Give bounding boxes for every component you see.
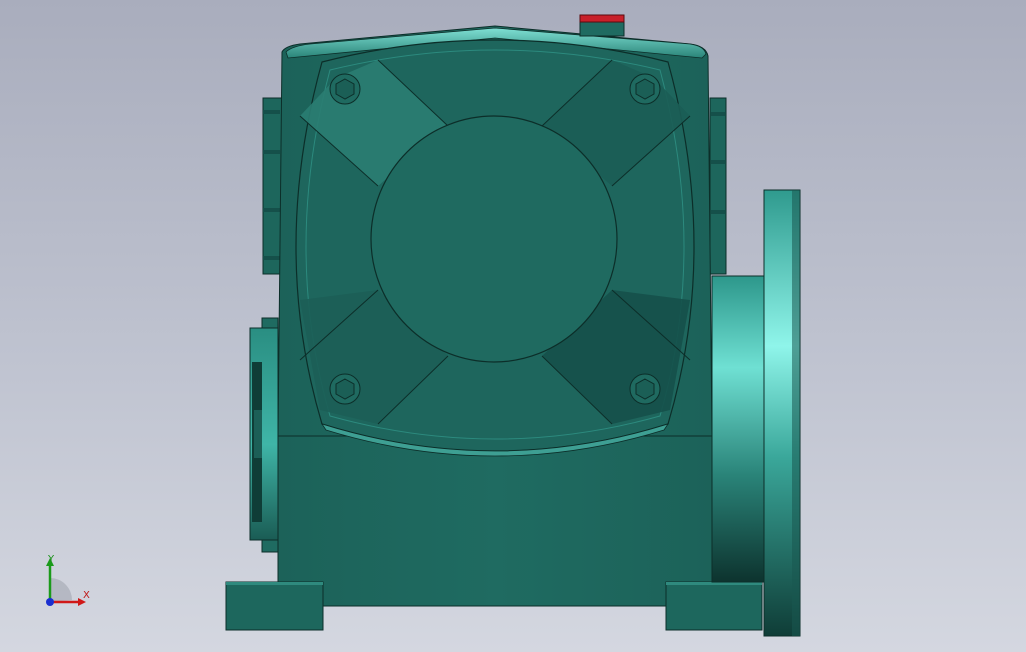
axis-triad-graphic <box>46 558 86 606</box>
bolt-top-right <box>629 73 661 105</box>
vent-plug <box>579 14 625 37</box>
axis-triad: Y X <box>36 550 96 610</box>
worm-gearbox-model[interactable] <box>0 0 1026 652</box>
y-axis-label: Y <box>48 554 55 565</box>
center-boss <box>370 115 618 363</box>
bolt-top-left <box>329 73 361 105</box>
output-hub <box>711 275 767 583</box>
housing-base <box>277 431 715 607</box>
mounting-foot-left <box>225 581 324 631</box>
bolt-bottom-right <box>629 373 661 405</box>
x-axis-label: X <box>83 590 90 601</box>
mounting-foot-right <box>665 581 763 631</box>
bolt-bottom-left <box>329 373 361 405</box>
right-side-ribs <box>709 97 727 275</box>
cad-viewport[interactable]: Y X <box>0 0 1026 652</box>
left-input-flange <box>249 317 279 553</box>
output-flange <box>763 189 801 637</box>
